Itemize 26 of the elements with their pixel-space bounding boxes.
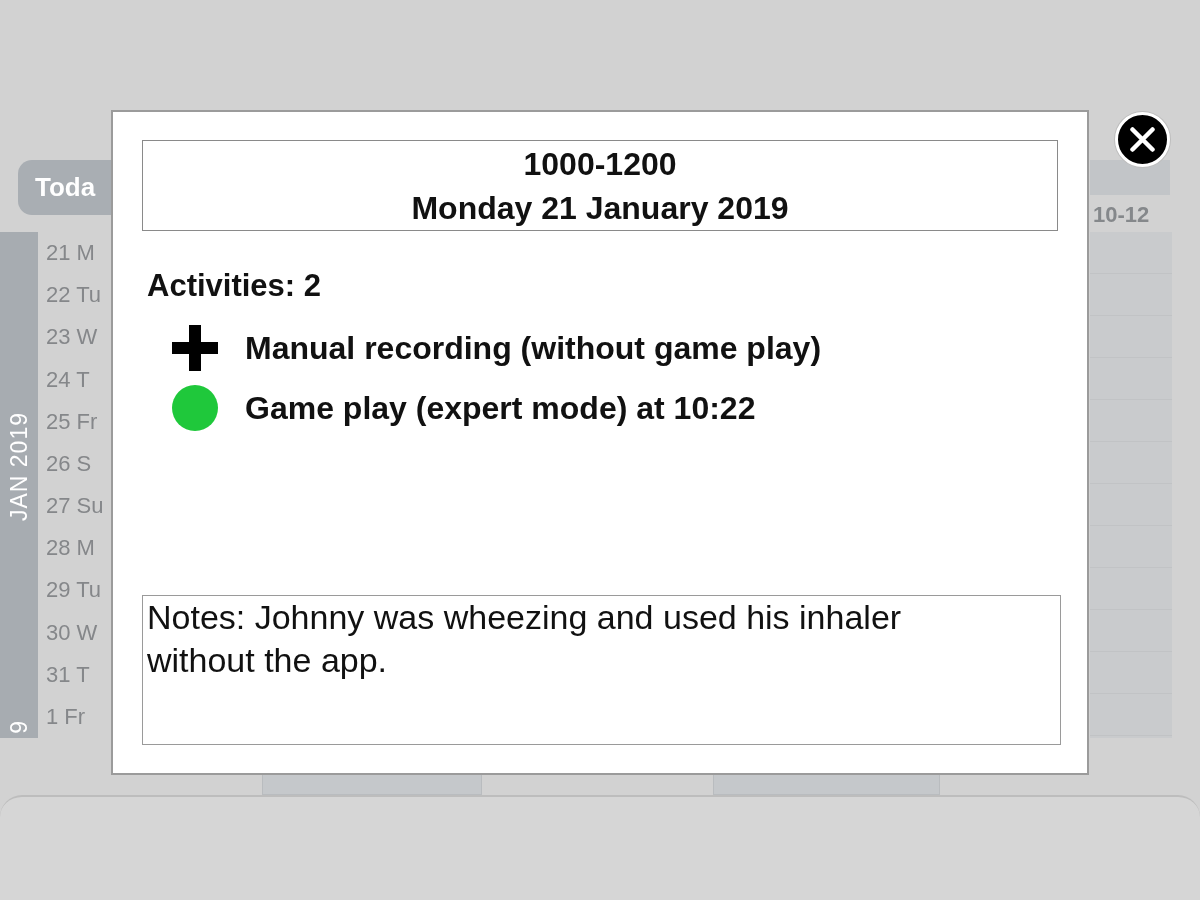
day-label: 29 Tu [46,577,102,604]
day-label: 28 M [46,535,95,562]
day-label: 27 Su [46,493,104,520]
day-label: 25 Fr [46,408,98,435]
month-label: 9 [5,720,33,734]
month-label: JAN 2019 [5,412,33,521]
day-label: 23 W [46,324,98,351]
background-tab[interactable] [262,773,482,795]
day-label: 1 Fr [46,703,86,730]
day-label: 24 T [46,366,90,393]
day-label: 30 W [46,619,98,646]
day-label: 21 M [46,240,95,267]
day-label: 26 S [46,450,92,477]
plus-icon [172,325,218,371]
close-icon [1130,127,1155,152]
activities-count: Activities: 2 [146,267,321,305]
day-label: 31 T [46,661,90,688]
notes-field[interactable]: Notes: Johnny was wheezing and used his inhaler without the app. [142,595,1061,745]
dialog-date: Monday 21 January 2019 [411,188,789,228]
activity-label: Manual recording (without game play) [245,329,822,367]
background-tab[interactable] [713,773,940,795]
time-range: 1000-1200 [523,144,677,184]
activity-label: Game play (expert mode) at 10:22 [245,389,756,427]
status-dot-icon [172,385,218,431]
column-header: 10-12 [1092,202,1150,228]
day-label: 22 Tu [46,282,102,309]
